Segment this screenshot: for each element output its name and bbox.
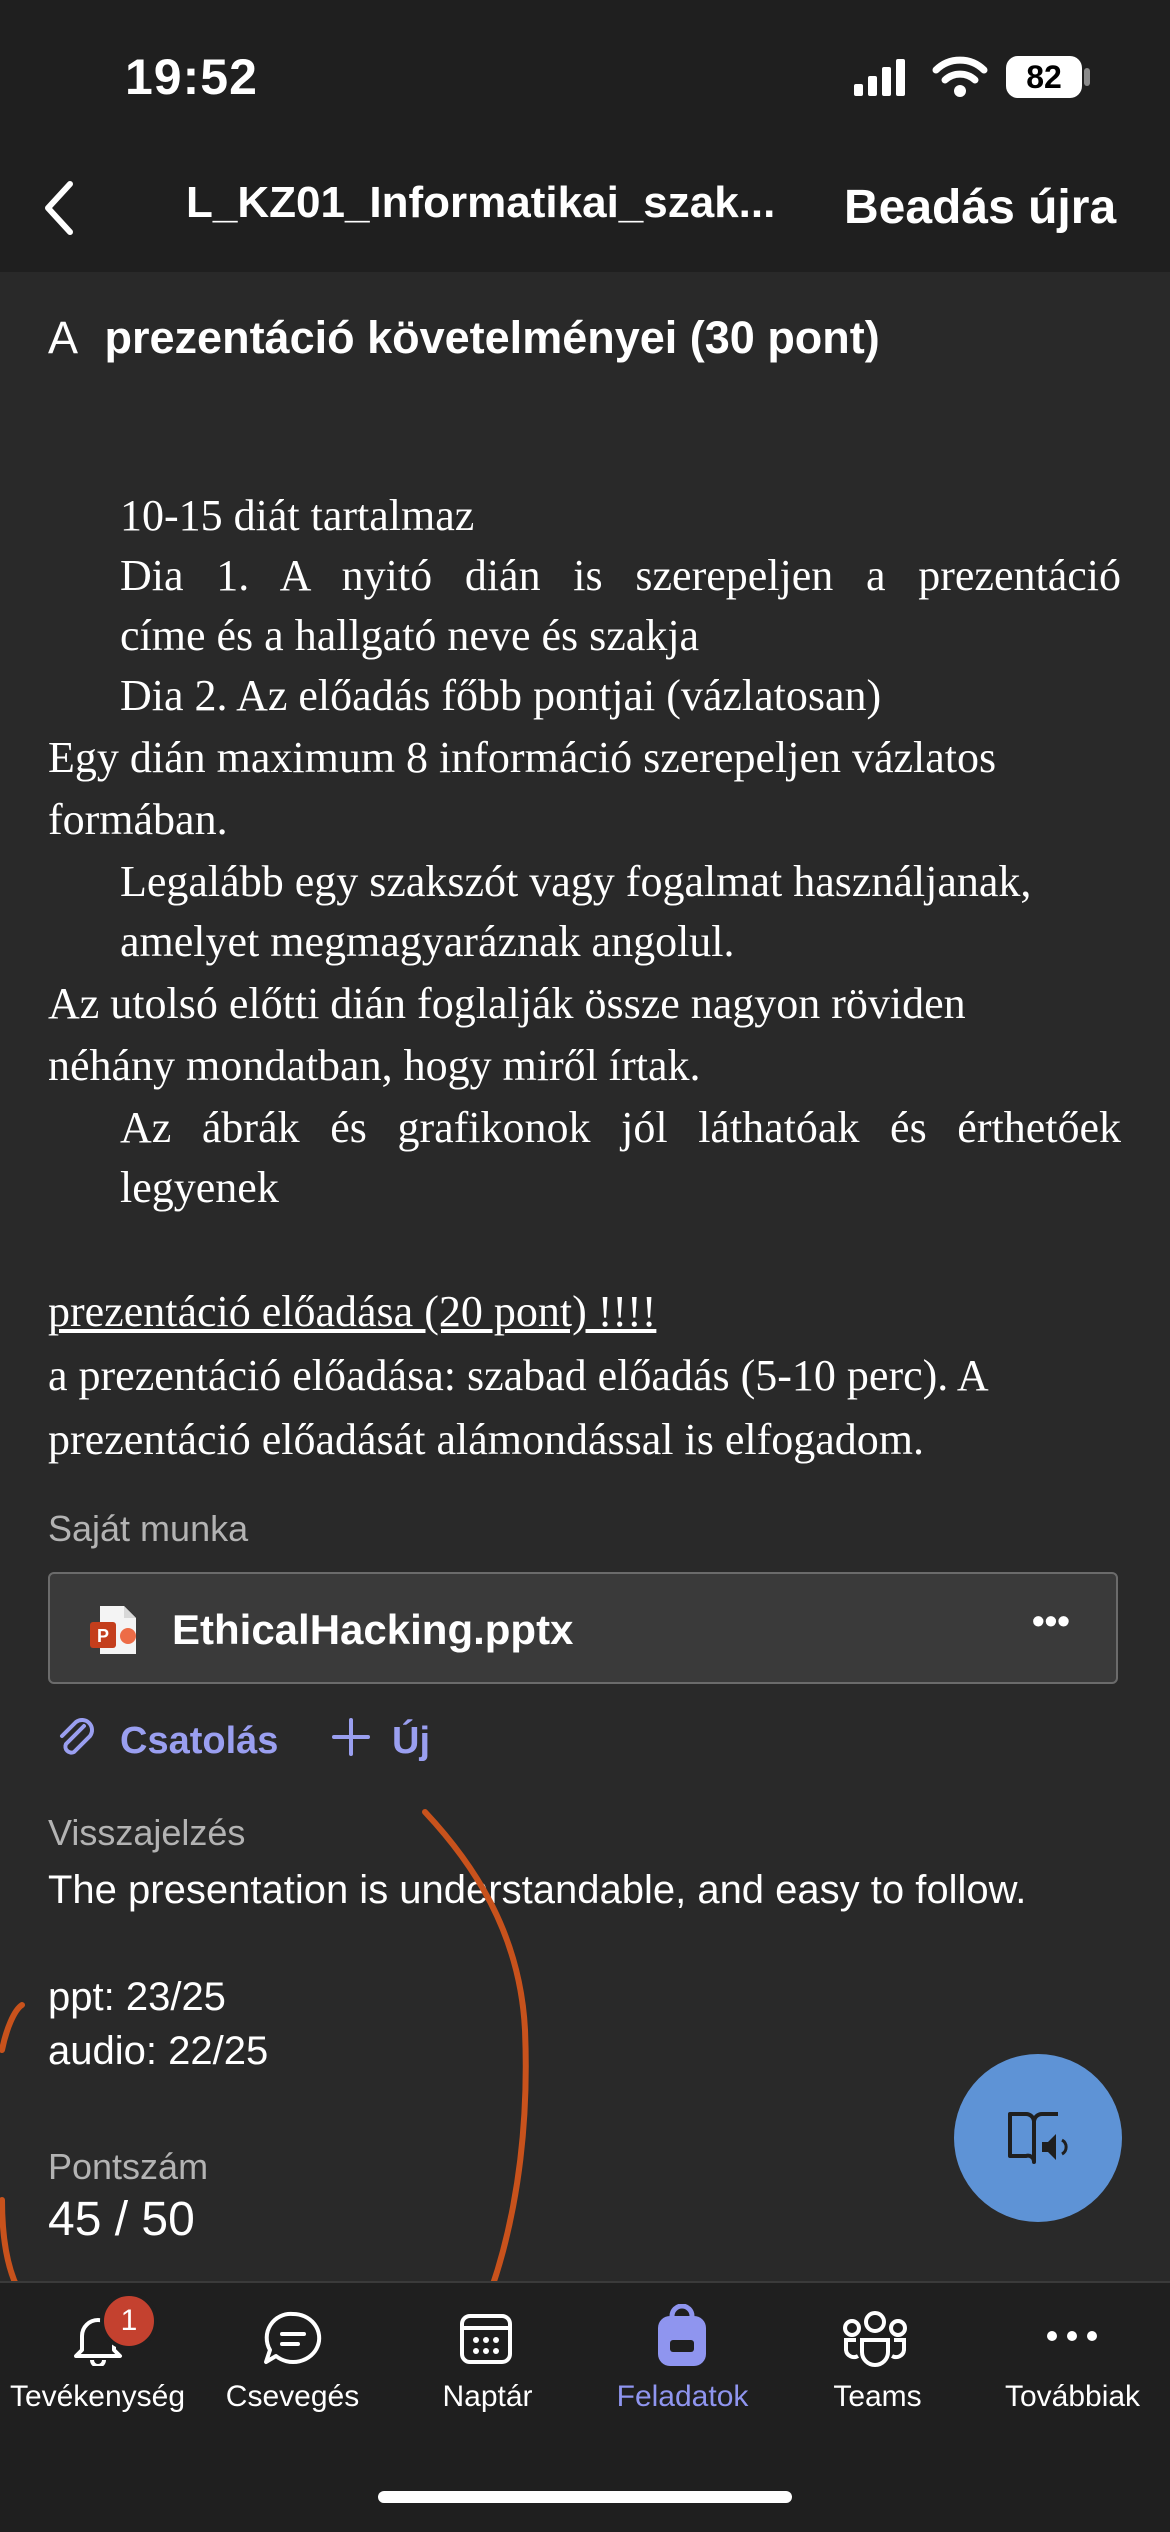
wifi-icon (932, 56, 988, 97)
section-prefix: A (48, 312, 79, 363)
req-line: Legalább egy szakszót vagy fogalmat hasz… (120, 857, 1032, 906)
req-line: Egy dián maximum 8 információ szerepelje… (48, 733, 997, 782)
tab-calendar[interactable]: Naptár (390, 2380, 585, 2414)
presentation-heading: prezentáció előadása (20 pont) !!!! (48, 1287, 657, 1336)
req-line: néhány mondatban, hogy miről írtak. (48, 1041, 701, 1090)
new-button[interactable]: Új (392, 1720, 430, 1763)
attach-button[interactable]: Csatolás (120, 1720, 278, 1763)
req-line: címe és a hallgató neve és szakja (120, 611, 700, 660)
paperclip-icon[interactable] (54, 1716, 100, 1762)
req-line: 10-15 diát tartalmaz (120, 491, 475, 540)
signal-icon (854, 59, 905, 96)
battery-icon: 82 (1006, 56, 1082, 98)
own-work-label: Saját munka (48, 1508, 249, 1549)
req-line: legyenek (120, 1163, 279, 1212)
assignment-title: L_KZ01_Informatikai_szak... (186, 178, 776, 227)
req-line: Az utolsó előtti dián foglalják össze na… (48, 979, 966, 1028)
req-line: Az ábrák és grafikonok jól láthatóak és … (120, 1103, 1121, 1152)
req-line: formában. (48, 795, 228, 844)
req-line: Dia 2. Az előadás főbb pontjai (vázlatos… (120, 671, 882, 720)
powerpoint-file-icon: P (90, 1606, 136, 1654)
tab-more[interactable]: Továbbiak (975, 2380, 1170, 2414)
calendar-icon[interactable] (458, 2310, 514, 2366)
tab-activity[interactable]: Tevékenység (0, 2380, 195, 2414)
back-arrow-icon[interactable] (40, 180, 80, 236)
presentation-line: a prezentáció előadása: szabad előadás (… (48, 1351, 989, 1400)
battery-level: 82 (1026, 59, 1062, 95)
teams-icon[interactable] (842, 2308, 908, 2368)
presentation-line: prezentáció előadását alámondással is el… (48, 1415, 924, 1464)
tab-chat[interactable]: Csevegés (195, 2380, 390, 2414)
more-icon[interactable] (1044, 2326, 1100, 2346)
req-line: amelyet megmagyaráznak angolul. (120, 917, 735, 966)
immersive-reader-icon (1008, 2112, 1068, 2164)
file-name: EthicalHacking.pptx (172, 1606, 574, 1653)
plus-icon[interactable] (330, 1716, 372, 1758)
resubmit-button[interactable]: Beadás újra (844, 180, 1116, 235)
tab-bar-divider (0, 2281, 1170, 2283)
more-options-icon[interactable]: ••• (1032, 1600, 1070, 1642)
chat-icon[interactable] (262, 2310, 324, 2368)
section-heading: prezentáció követelményei (30 pont) (104, 312, 880, 363)
section-title: A prezentáció követelményei (30 pont) (48, 312, 880, 364)
tab-teams[interactable]: Teams (780, 2380, 975, 2414)
svg-text:P: P (97, 1626, 109, 1646)
home-indicator (378, 2491, 792, 2503)
backpack-icon[interactable] (654, 2304, 710, 2368)
notification-badge: 1 (100, 2292, 158, 2350)
status-time: 19:52 (125, 49, 258, 105)
battery-tip (1084, 68, 1090, 86)
tab-assignments[interactable]: Feladatok (585, 2380, 780, 2414)
req-line: Dia 1. A nyitó dián is szerepeljen a pre… (120, 551, 1121, 600)
